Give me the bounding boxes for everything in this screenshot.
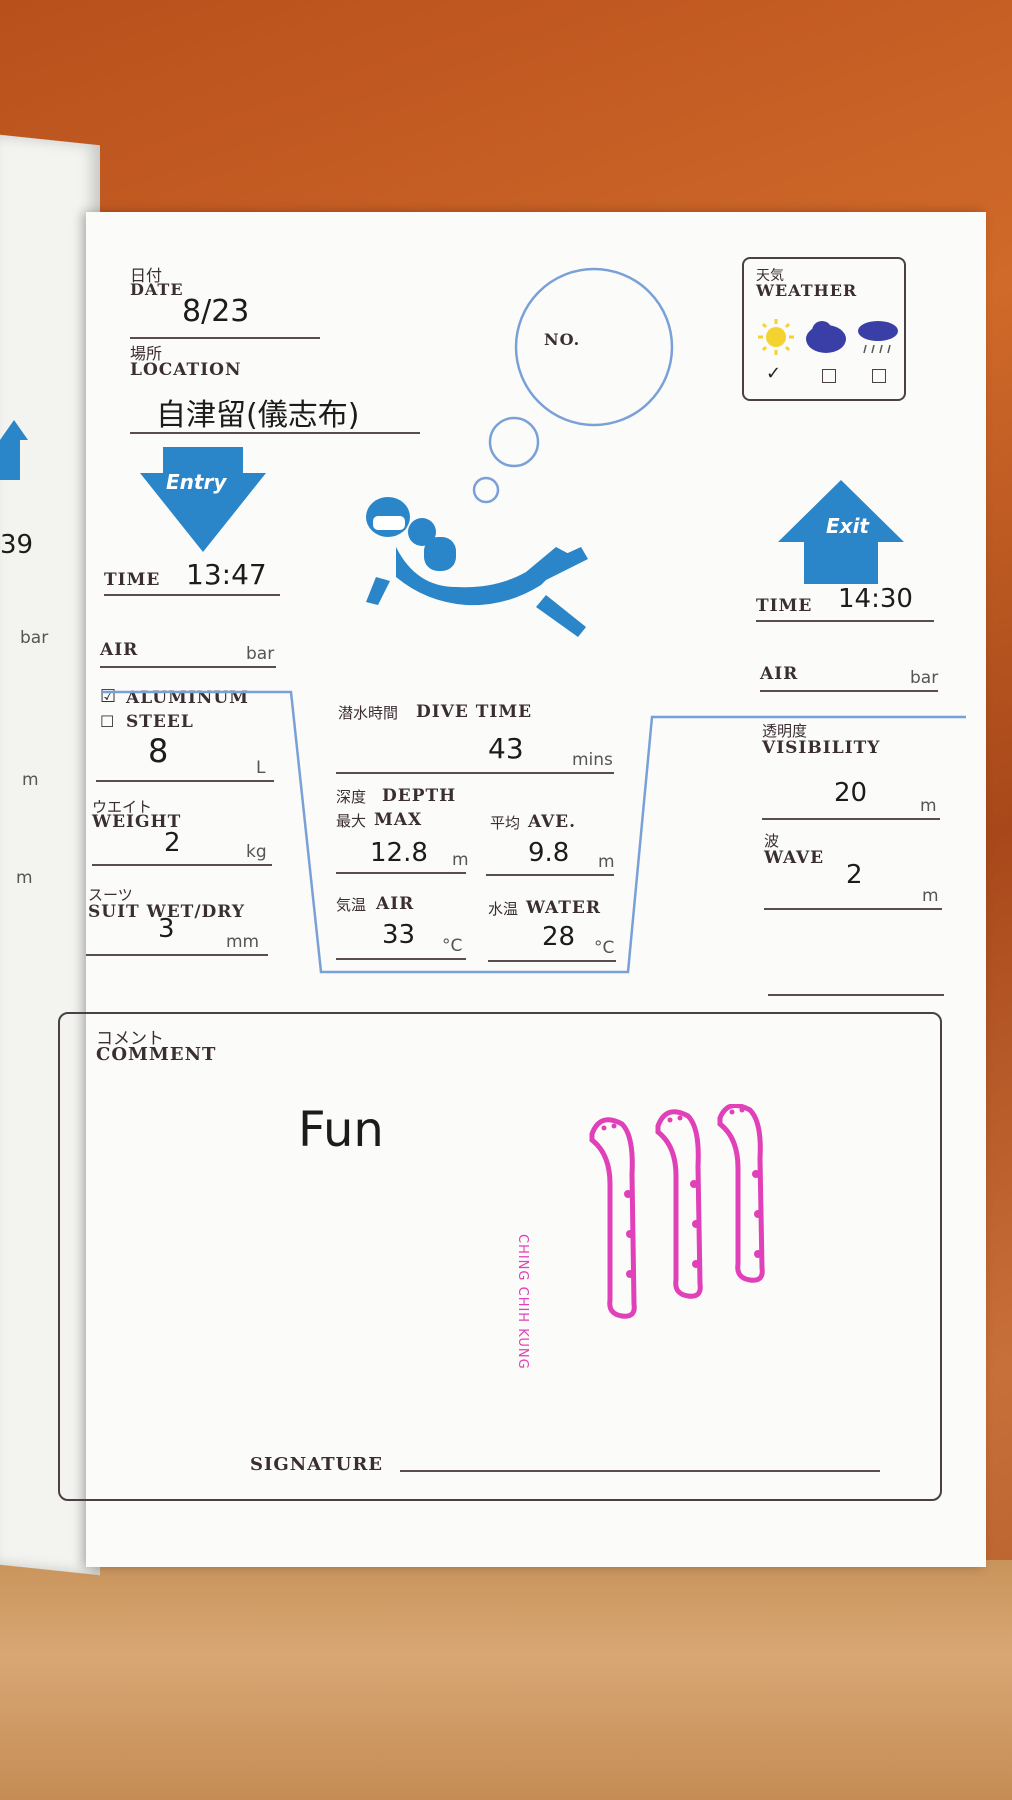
water-temp-line [488,960,616,962]
dive-time-unit: mins [572,750,613,770]
air-temp-line [336,958,466,960]
max-label: MAX [374,810,423,830]
comment-box: コメント COMMENT Fun CHING CHIH KUNG SIGNATU… [58,1012,942,1501]
air-temp-label: AIR [376,894,415,914]
visibility-label: VISIBILITY [762,738,881,758]
stamp-text: CHING CHIH KUNG [515,1234,530,1370]
dive-time-value: 43 [488,732,524,765]
entry-arrow-icon [140,447,266,552]
max-jp-label: 最大 [336,812,367,830]
dive-time-line [336,772,614,774]
date-line [130,337,320,339]
number-bubble [472,267,674,504]
exit-air-label: AIR [760,664,799,684]
exit-time-label: TIME [756,596,813,616]
entry-time-value: 13:47 [186,558,267,591]
sun-icon [758,319,794,355]
ave-depth-unit: m [598,852,615,872]
max-depth-line [336,872,466,874]
ave-label: AVE. [528,812,577,832]
air-temp-value: 33 [382,920,416,950]
exit-time-line [756,620,934,622]
no-label: NO. [544,330,581,349]
exit-time-value: 14:30 [838,584,913,614]
diver-icon [366,497,588,637]
entry-air-line [100,666,276,668]
location-line [130,432,420,434]
water-temp-jp-label: 水温 [488,900,519,918]
wood-table-bottom [0,1560,1012,1800]
visibility-unit: m [920,796,937,816]
dive-time-jp-label: 潜水時間 [338,704,399,722]
water-temp-unit: °C [594,938,615,958]
depth-label: DEPTH [382,786,457,806]
extra-line [768,994,944,996]
location-label: LOCATION [130,360,242,380]
exit-air-unit: bar [910,668,939,688]
comment-label: COMMENT [96,1044,217,1065]
visibility-value: 20 [834,778,868,808]
cloud-icon [806,321,846,353]
garden-eel-stamp-icon [589,1104,765,1319]
rain-icon [858,321,898,354]
weather-cloudy-checkbox[interactable] [822,369,836,383]
weather-sunny-checkbox[interactable]: ✓ [766,363,781,384]
water-temp-label: WATER [526,898,602,918]
ave-depth-line [486,874,614,876]
comment-text: Fun [298,1102,384,1158]
max-depth-unit: m [452,850,469,870]
date-label: DATE [130,280,184,299]
prev-entry-arrow-icon [0,420,28,480]
dive-log-page: 日付 DATE 8/23 場所 LOCATION 自津留(儀志布) NO. 天気… [58,212,986,1567]
weather-rain-checkbox[interactable] [872,369,886,383]
signature-label: SIGNATURE [250,1454,383,1475]
dive-profile-outline [101,690,966,974]
prev-unit-m1: m [22,770,39,790]
entry-air-unit: bar [246,644,275,664]
dive-time-label: DIVE TIME [416,702,533,722]
ave-jp-label: 平均 [490,814,521,832]
prev-time-value: 39 [0,530,34,560]
wave-unit: m [922,886,939,906]
date-value: 8/23 [182,294,250,329]
air-temp-unit: °C [442,936,463,956]
weather-box: 天気 WEATHER ✓ [742,257,906,401]
entry-time-label: TIME [104,570,161,590]
signature-line[interactable] [400,1470,880,1472]
prev-page-fragments [0,420,60,500]
entry-air-label: AIR [100,640,139,660]
air-temp-jp-label: 気温 [336,896,367,914]
exit-label: Exit [826,514,869,538]
ave-depth-value: 9.8 [528,838,570,868]
visibility-line [762,818,940,820]
wave-line [764,908,942,910]
wave-value: 2 [846,860,863,890]
depth-jp-label: 深度 [336,788,367,806]
entry-label: Entry [166,470,227,494]
entry-time-line [104,594,280,596]
wave-label: WAVE [764,848,825,868]
prev-air-unit: bar [20,628,49,648]
location-value: 自津留(儀志布) [156,398,360,433]
max-depth-value: 12.8 [370,838,428,868]
exit-air-line [760,690,938,692]
weather-label: WEATHER [756,281,858,300]
water-temp-value: 28 [542,922,576,952]
prev-unit-m2: m [16,868,33,888]
